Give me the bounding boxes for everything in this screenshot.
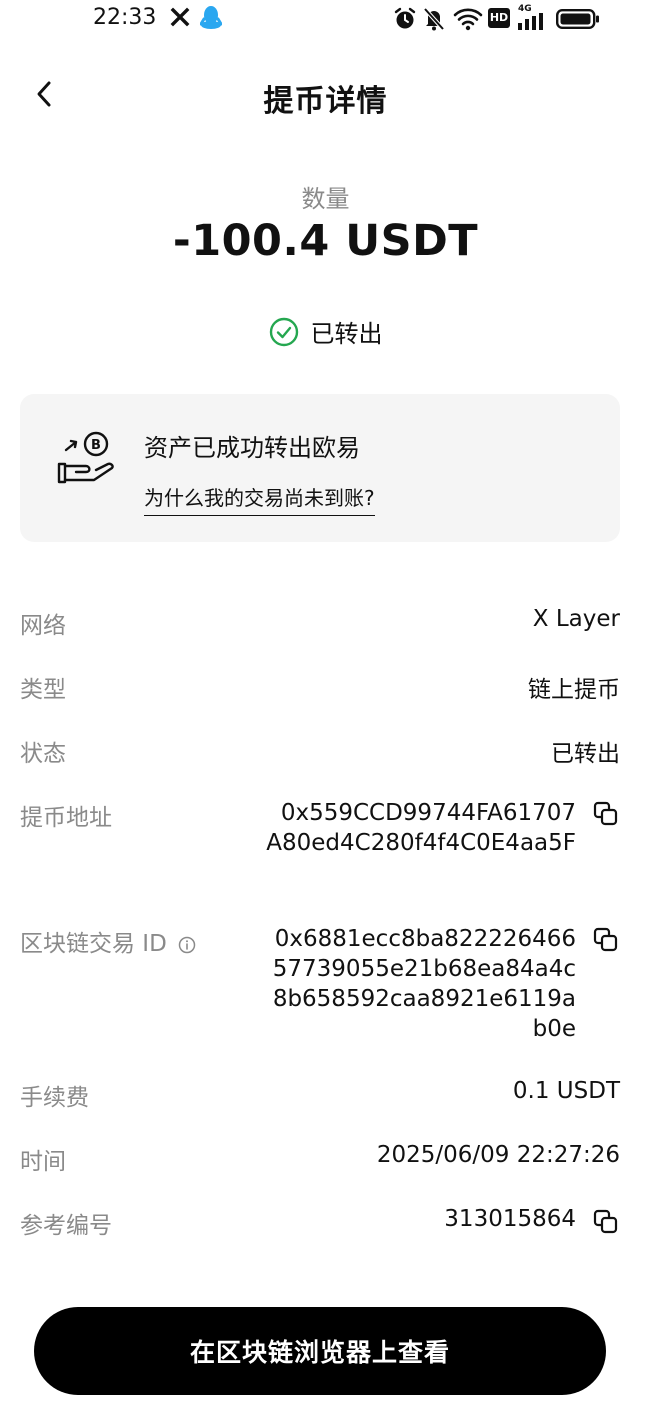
detail-label: 网络 — [20, 613, 66, 639]
tx-id-value: 0x6881ecc8ba82222646657739055e21b68ea84a… — [272, 926, 576, 1042]
qq-icon — [200, 6, 222, 29]
view-on-explorer-button[interactable]: 在区块链浏览器上查看 — [34, 1307, 606, 1395]
detail-label: 状态 — [20, 741, 66, 767]
page-title: 提币详情 — [263, 84, 388, 119]
detail-label: 手续费 — [20, 1085, 89, 1111]
status-text: 已转出 — [310, 320, 383, 348]
withdraw-address: 0x559CCD99744FA61707A80ed4C280f4f4C0E4aa… — [266, 800, 576, 856]
copy-tx-id-button[interactable] — [592, 926, 620, 954]
detail-label: 参考编号 — [20, 1213, 112, 1239]
tx-id-label-text: 区块链交易 ID — [20, 931, 167, 957]
why-not-arrived-link[interactable]: 为什么我的交易尚未到账? — [144, 482, 375, 516]
wifi-icon — [453, 8, 483, 31]
info-icon[interactable] — [178, 936, 196, 954]
mute-icon — [423, 7, 445, 31]
amount-label: 数量 — [301, 185, 350, 213]
card-title: 资产已成功转出欧易 — [144, 434, 360, 462]
amount-value: -100.4 USDT — [172, 216, 479, 266]
signal-4g-icon: 4G — [518, 4, 548, 30]
detail-value: X Layer — [532, 606, 620, 632]
detail-value: 链上提币 — [528, 677, 620, 703]
info-card: B 资产已成功转出欧易 为什么我的交易尚未到账? — [20, 394, 620, 542]
detail-row-address: 提币地址 0x559CCD99744FA61707A80ed4C280f4f4C… — [20, 798, 620, 894]
detail-row-tx-id: 区块链交易 ID 0x6881ecc8ba82222646657739055e2… — [20, 924, 620, 1050]
detail-label: 时间 — [20, 1149, 66, 1175]
check-circle-icon — [269, 317, 298, 346]
detail-label: 区块链交易 ID — [20, 924, 196, 958]
status-bar: 22:33 HD 4G — [0, 0, 651, 38]
detail-label: 提币地址 — [20, 805, 112, 831]
detail-value: 2025/06/09 22:27:26 — [376, 1142, 620, 1168]
alarm-icon — [394, 7, 416, 29]
status-time: 22:33 — [93, 5, 157, 30]
status-row: 已转出 — [0, 314, 651, 349]
reference-number: 313015864 — [444, 1206, 576, 1232]
svg-text:B: B — [91, 438, 101, 453]
nav-bar: 提币详情 — [0, 62, 651, 126]
copy-reference-button[interactable] — [592, 1208, 620, 1236]
hd-icon: HD — [488, 8, 510, 28]
detail-value: 0.1 USDT — [512, 1078, 620, 1104]
hand-coin-icon: B — [57, 431, 114, 484]
detail-value: 已转出 — [551, 741, 620, 767]
detail-label: 类型 — [20, 677, 66, 703]
battery-icon — [556, 9, 599, 29]
copy-address-button[interactable] — [592, 800, 620, 828]
x-icon — [170, 7, 190, 27]
